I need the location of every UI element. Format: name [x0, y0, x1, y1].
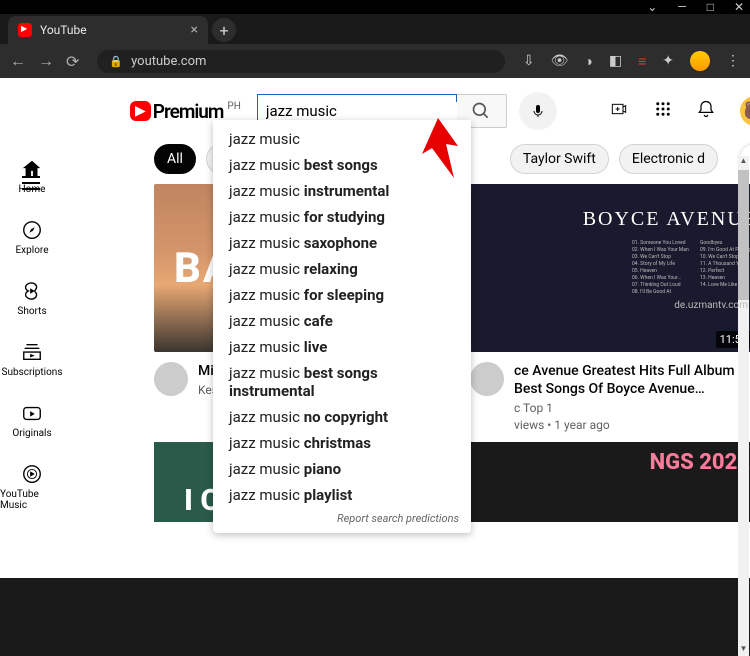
- scroll-down-icon[interactable]: ▼: [738, 644, 749, 656]
- ext2-icon[interactable]: ◧: [609, 53, 622, 69]
- search-icon: [471, 101, 491, 121]
- window-dropdown-icon[interactable]: ⌄: [647, 0, 657, 14]
- profile-avatar-icon[interactable]: [690, 51, 710, 71]
- search-suggestion[interactable]: jazz music instrumental: [213, 178, 471, 204]
- originals-icon: [21, 402, 43, 424]
- notifications-icon[interactable]: [696, 98, 716, 125]
- tab-title: YouTube: [40, 23, 87, 37]
- browser-toolbar: ← → ⟳ 🔒 youtube.com ⇩ 👁 ◑ ◧ ≡ ✦ ⋮: [0, 44, 750, 78]
- watermark-text: de.uzmantv.com: [674, 300, 748, 311]
- address-bar[interactable]: 🔒 youtube.com: [97, 50, 504, 73]
- sidebar-item-youtube-music[interactable]: YouTube Music: [0, 463, 64, 511]
- account-avatar[interactable]: 🐻: [740, 96, 750, 126]
- search-suggestion[interactable]: jazz music for sleeping: [213, 282, 471, 308]
- new-tab-button[interactable]: +: [212, 18, 236, 42]
- youtube-favicon-icon: [18, 23, 32, 37]
- search-suggestions-dropdown: jazz musicjazz music best songsjazz musi…: [213, 120, 471, 533]
- search-suggestion[interactable]: jazz music piano: [213, 456, 471, 482]
- search-suggestion[interactable]: jazz music relaxing: [213, 256, 471, 282]
- scroll-up-icon[interactable]: ▲: [738, 156, 749, 168]
- video-meta: views • 1 year ago: [514, 418, 750, 432]
- back-button[interactable]: ←: [10, 51, 26, 71]
- search-suggestion[interactable]: jazz music playlist: [213, 482, 471, 508]
- search-suggestion[interactable]: jazz music cafe: [213, 308, 471, 334]
- extensions-icon[interactable]: ✦: [662, 53, 674, 69]
- search-input[interactable]: [266, 102, 465, 120]
- window-titlebar: ⌄ — □ ✕: [0, 0, 750, 14]
- sidebar-item-label: Shorts: [17, 306, 46, 317]
- reload-button[interactable]: ⟳: [66, 52, 79, 71]
- report-predictions-link[interactable]: Report search predictions: [213, 508, 471, 527]
- sidebar-item-explore[interactable]: Explore: [0, 219, 64, 256]
- vertical-scrollbar[interactable]: ▲ ▼: [738, 156, 749, 656]
- region-code: PH: [227, 101, 240, 112]
- extension-area: ⇩ 👁 ◑ ◧ ≡ ✦ ⋮: [523, 51, 740, 71]
- video-thumbnail[interactable]: BOYCE AVENUE 01. Someone You Loved02. Wh…: [470, 184, 750, 352]
- youtube-play-icon: ▶: [130, 101, 151, 121]
- masthead-buttons: 🐻: [608, 96, 750, 126]
- tab-close-icon[interactable]: ×: [191, 22, 198, 38]
- sidebar-item-subscriptions[interactable]: Subscriptions: [0, 341, 64, 378]
- search-suggestion[interactable]: jazz music best songs instrumental: [213, 360, 471, 404]
- sidebar-item-label: Subscriptions: [2, 367, 63, 378]
- compass-icon: [21, 219, 43, 241]
- ext1-icon[interactable]: ◑: [584, 53, 592, 70]
- forward-button[interactable]: →: [38, 51, 54, 71]
- create-icon[interactable]: [608, 101, 630, 122]
- url-text: youtube.com: [131, 54, 206, 69]
- video-thumbnail[interactable]: [470, 442, 750, 522]
- window-close-icon[interactable]: ✕: [734, 0, 744, 14]
- chip-taylor-swift[interactable]: Taylor Swift: [510, 144, 609, 174]
- subscriptions-icon: [21, 341, 43, 363]
- sidebar-item-shorts[interactable]: Shorts: [0, 280, 64, 317]
- youtube-music-icon: [21, 463, 43, 485]
- search-suggestion[interactable]: jazz music christmas: [213, 430, 471, 456]
- search-suggestion[interactable]: jazz music: [213, 126, 471, 152]
- apps-icon[interactable]: [654, 100, 672, 123]
- sidebar-item-label: Explore: [16, 245, 49, 256]
- search-suggestion[interactable]: jazz music live: [213, 334, 471, 360]
- channel-avatar-icon[interactable]: [470, 362, 504, 396]
- voice-search-button[interactable]: [519, 92, 557, 130]
- tab-youtube[interactable]: YouTube ×: [8, 16, 208, 44]
- guide-menu-button[interactable]: [22, 176, 40, 190]
- sidebar-item-originals[interactable]: Originals: [0, 402, 64, 439]
- video-title: ce Avenue Greatest Hits Full Album 0 - B…: [514, 362, 750, 398]
- browser-menu-icon[interactable]: ⋮: [726, 53, 740, 69]
- shorts-icon: [21, 280, 43, 302]
- tab-strip: YouTube × +: [0, 14, 750, 44]
- thumbnail-text: BOYCE AVENUE: [583, 208, 750, 231]
- search-suggestion[interactable]: jazz music for studying: [213, 204, 471, 230]
- install-icon[interactable]: ⇩: [523, 53, 535, 69]
- video-channel: c Top 1: [514, 401, 750, 415]
- chip-all[interactable]: All: [154, 144, 196, 174]
- thumbnail-tracklist: 01. Someone You Loved02. When I Was Your…: [632, 240, 750, 296]
- search-suggestion[interactable]: jazz music best songs: [213, 152, 471, 178]
- window-max-icon[interactable]: □: [707, 0, 714, 14]
- search-suggestion[interactable]: jazz music no copyright: [213, 404, 471, 430]
- window-min-icon[interactable]: —: [677, 0, 686, 14]
- chip-electronic[interactable]: Electronic d: [619, 144, 718, 174]
- lock-icon: 🔒: [109, 55, 123, 68]
- search-suggestion[interactable]: jazz music saxophone: [213, 230, 471, 256]
- channel-avatar-icon[interactable]: [154, 362, 188, 396]
- microphone-icon: [530, 101, 546, 121]
- eye-off-icon[interactable]: 👁: [551, 53, 569, 69]
- mini-guide: Home Explore Shorts Subscriptions Origin…: [0, 78, 64, 578]
- sidebar-item-label: YouTube Music: [0, 489, 64, 511]
- sidebar-item-label: Originals: [12, 428, 51, 439]
- ext3-icon[interactable]: ≡: [638, 53, 646, 70]
